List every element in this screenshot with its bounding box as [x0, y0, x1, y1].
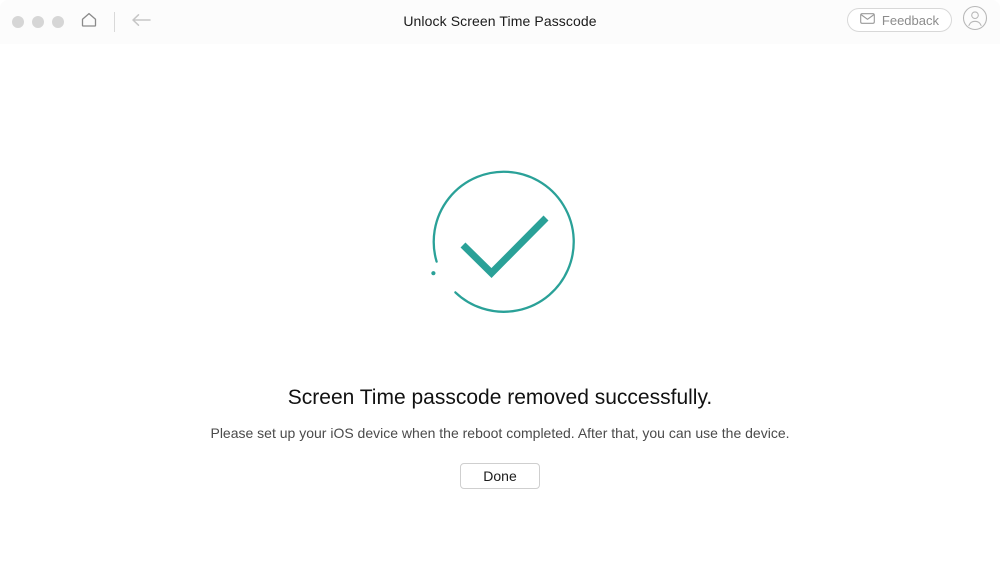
title-bar: Unlock Screen Time Passcode Feedback	[0, 0, 1000, 44]
app-window: Unlock Screen Time Passcode Feedback Scr…	[0, 0, 1000, 580]
back-arrow-icon	[130, 12, 152, 33]
success-subtitle: Please set up your iOS device when the r…	[210, 425, 790, 441]
home-icon	[79, 10, 99, 35]
envelope-icon	[860, 11, 875, 29]
minimize-button[interactable]	[32, 16, 44, 28]
home-button[interactable]	[78, 11, 100, 33]
success-check-circle-icon	[416, 157, 584, 330]
maximize-button[interactable]	[52, 16, 64, 28]
back-button[interactable]	[129, 11, 153, 33]
feedback-button[interactable]: Feedback	[846, 8, 952, 32]
done-button[interactable]: Done	[460, 463, 540, 489]
feedback-label: Feedback	[881, 12, 939, 28]
user-account-icon	[962, 5, 988, 36]
success-headline: Screen Time passcode removed successfull…	[287, 386, 713, 409]
toolbar-divider	[114, 12, 115, 32]
titlebar-actions: Feedback	[846, 5, 988, 36]
close-button[interactable]	[12, 16, 24, 28]
window-controls	[12, 16, 64, 28]
account-button[interactable]	[962, 5, 988, 36]
main-content: Screen Time passcode removed successfull…	[0, 44, 1000, 580]
